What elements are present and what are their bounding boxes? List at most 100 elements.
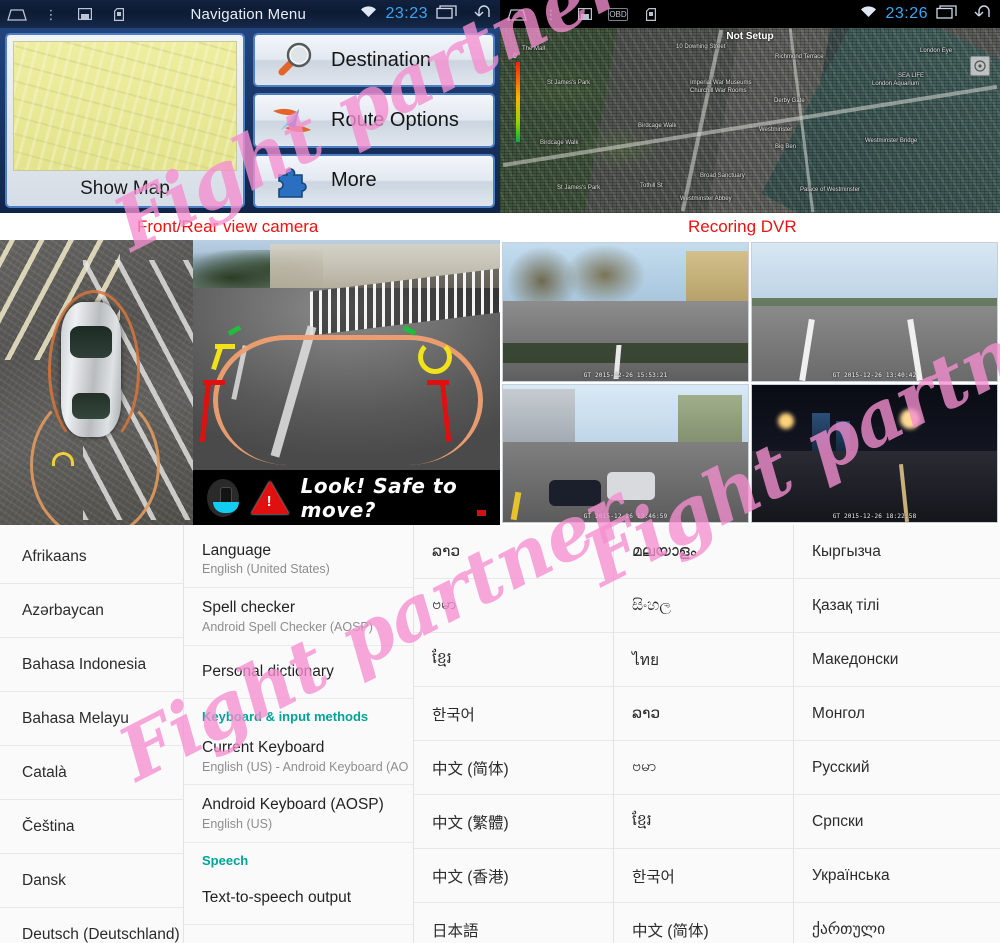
list-item[interactable]: ລາວ — [414, 525, 613, 579]
list-item[interactable]: ქართული — [794, 903, 1000, 943]
list-item[interactable]: Русский — [794, 741, 1000, 795]
settings-item[interactable]: Android Keyboard (AOSP) English (US) — [184, 785, 413, 843]
vehicle — [549, 480, 601, 506]
list-item[interactable]: ខ្មែរ — [614, 795, 793, 849]
map-thumbnail[interactable] — [13, 41, 237, 171]
settings-item-summary: Android Spell Checker (AOSP) — [202, 619, 373, 634]
home-icon[interactable] — [0, 8, 34, 21]
screenshot-icon[interactable] — [68, 8, 102, 20]
language-list-asian-b[interactable]: മലയാളം සිංහල ไทย ລາວ ဗမာ ខ្មែរ 한국어 中文 (简体) — [613, 525, 793, 943]
sdcard-icon[interactable] — [634, 7, 668, 21]
map-label: Westminster — [759, 127, 793, 133]
destination-button[interactable]: Destination — [253, 33, 495, 88]
list-item[interactable]: ລາວ — [614, 687, 793, 741]
list-item[interactable]: Afrikaans — [0, 530, 183, 584]
rear-view-camera[interactable]: Look! Safe to move? — [193, 240, 500, 525]
list-item[interactable]: Македонски — [794, 633, 1000, 687]
list-item[interactable]: 中文 (简体) — [414, 741, 613, 795]
wifi-icon — [360, 5, 377, 23]
sdcard-icon[interactable] — [102, 7, 136, 21]
dvr-cell-1[interactable]: GT 2015-12-26 15:53:21 — [502, 242, 749, 382]
map-label: Westminster Abbey — [680, 196, 732, 202]
show-map-button[interactable]: Show Map — [5, 33, 245, 208]
list-item[interactable]: Azərbaycan — [0, 584, 183, 638]
list-item[interactable]: 한국어 — [414, 687, 613, 741]
satellite-map-panel[interactable]: Not Setup 0 The Mall 10 Downing Street Ric… — [500, 28, 1000, 213]
dvr-timestamp: GT 2015-12-26 15:53:21 — [583, 371, 668, 379]
dvr-caption: Recoring DVR — [688, 217, 797, 236]
more-button[interactable]: More — [253, 153, 495, 208]
list-item[interactable]: Català — [0, 746, 183, 800]
dvr-cell-2[interactable]: GT 2015-12-26 13:40:42 — [751, 242, 998, 382]
list-item[interactable]: ဗမာ — [414, 579, 613, 633]
map-label: London Aquarium — [872, 81, 920, 87]
list-item[interactable]: Bahasa Indonesia — [0, 638, 183, 692]
puzzle-piece-icon — [269, 159, 317, 203]
overflow-menu-icon[interactable]: ⋮ — [34, 8, 68, 21]
navigation-title: Navigation Menu — [190, 5, 307, 23]
screenshot-icon[interactable] — [568, 8, 602, 20]
recents-icon[interactable] — [436, 4, 458, 24]
map-label: Westminster Bridge — [865, 138, 918, 144]
navigation-button-list: Destination Route Options More — [253, 33, 495, 208]
language-list-asian-a[interactable]: ລາວ ဗမာ ខ្មែរ 한국어 中文 (简体) 中文 (繁體) 中文 (香港) 日本語 — [413, 525, 613, 943]
settings-section-header: Speech — [202, 852, 249, 868]
map-scale-label: 0 — [513, 53, 517, 60]
list-item[interactable]: 한국어 — [614, 849, 793, 903]
list-item[interactable]: 中文 (香港) — [414, 849, 613, 903]
list-item[interactable]: Қазақ тілі — [794, 579, 1000, 633]
settings-item[interactable]: Language English (United States) — [184, 531, 413, 589]
list-item[interactable]: Deutsch (Deutschland) — [0, 908, 183, 943]
settings-item[interactable]: Spell checker Android Spell Checker (AOSP… — [184, 588, 413, 646]
list-item[interactable]: ไทย — [614, 633, 793, 687]
wifi-icon — [860, 5, 877, 23]
list-item[interactable]: ဗမာ — [614, 741, 793, 795]
list-item[interactable]: Українська — [794, 849, 1000, 903]
home-icon[interactable] — [500, 8, 534, 21]
settings-item[interactable]: Personal dictionary — [184, 646, 413, 700]
list-item[interactable]: 中文 (繁體) — [414, 795, 613, 849]
overflow-menu-icon[interactable]: ⋮ — [534, 8, 568, 21]
list-item[interactable]: සිංහල — [614, 579, 793, 633]
obd-icon[interactable]: OBD — [608, 7, 628, 21]
road-surface — [752, 306, 997, 381]
camera-caption: Front/Rear view camera — [137, 217, 319, 236]
list-item[interactable]: ខ្មែរ — [414, 633, 613, 687]
map-label: Birdcage Walk — [540, 140, 579, 146]
sky — [752, 243, 997, 307]
list-item[interactable]: Čeština — [0, 800, 183, 854]
list-item[interactable]: മലയാളം — [614, 525, 793, 579]
language-list-latin[interactable]: Afrikaans Azərbaycan Bahasa Indonesia Bahas… — [0, 525, 183, 943]
dvr-cell-4[interactable]: GT 2015-12-26 18:22:58 — [751, 383, 998, 523]
back-icon[interactable] — [966, 4, 990, 24]
list-item[interactable]: Кыргызча — [794, 525, 1000, 579]
settings-item-summary: English (US) — [202, 816, 273, 831]
route-options-button[interactable]: Route Options — [253, 93, 495, 148]
dvr-cell-3[interactable]: GT 2015-12-26 13:46:59 — [502, 383, 749, 523]
back-icon[interactable] — [466, 4, 490, 24]
settings-section-header: Keyboard & input methods — [202, 709, 369, 725]
list-item[interactable]: Српски — [794, 795, 1000, 849]
map-compass-button[interactable] — [970, 56, 990, 76]
street-light — [778, 412, 794, 429]
destination-label: Destination — [331, 48, 432, 71]
list-item[interactable]: 日本語 — [414, 903, 613, 943]
map-status-overlay: Not Setup — [726, 31, 774, 42]
settings-item-summary: English (United States) — [202, 562, 330, 577]
map-label: St James's Park — [557, 185, 601, 191]
map-label: SEA LIFE — [898, 73, 925, 79]
guideline-yellow-curve — [418, 340, 452, 374]
settings-item[interactable]: Current Keyboard English (US) - Android K… — [184, 728, 413, 786]
settings-item-title: Text-to-speech output — [202, 888, 352, 906]
dvr-panel: GT 2015-12-26 15:53:21 GT 2015-12-26 13:… — [500, 240, 1000, 525]
birdseye-view[interactable] — [0, 240, 193, 525]
list-item[interactable]: Bahasa Melayu — [0, 692, 183, 746]
list-item[interactable]: 中文 (简体) — [614, 903, 793, 943]
language-input-settings-list[interactable]: Language English (United States) Spell che… — [183, 525, 413, 943]
recents-icon[interactable] — [936, 4, 958, 24]
list-item[interactable]: Dansk — [0, 854, 183, 908]
list-item[interactable]: Монгол — [794, 687, 1000, 741]
language-list-cyrillic[interactable]: Кыргызча Қазақ тілі Македонски Монгол Русски… — [793, 525, 1000, 943]
settings-item[interactable]: Text-to-speech output — [184, 872, 413, 926]
record-indicator — [477, 510, 486, 516]
